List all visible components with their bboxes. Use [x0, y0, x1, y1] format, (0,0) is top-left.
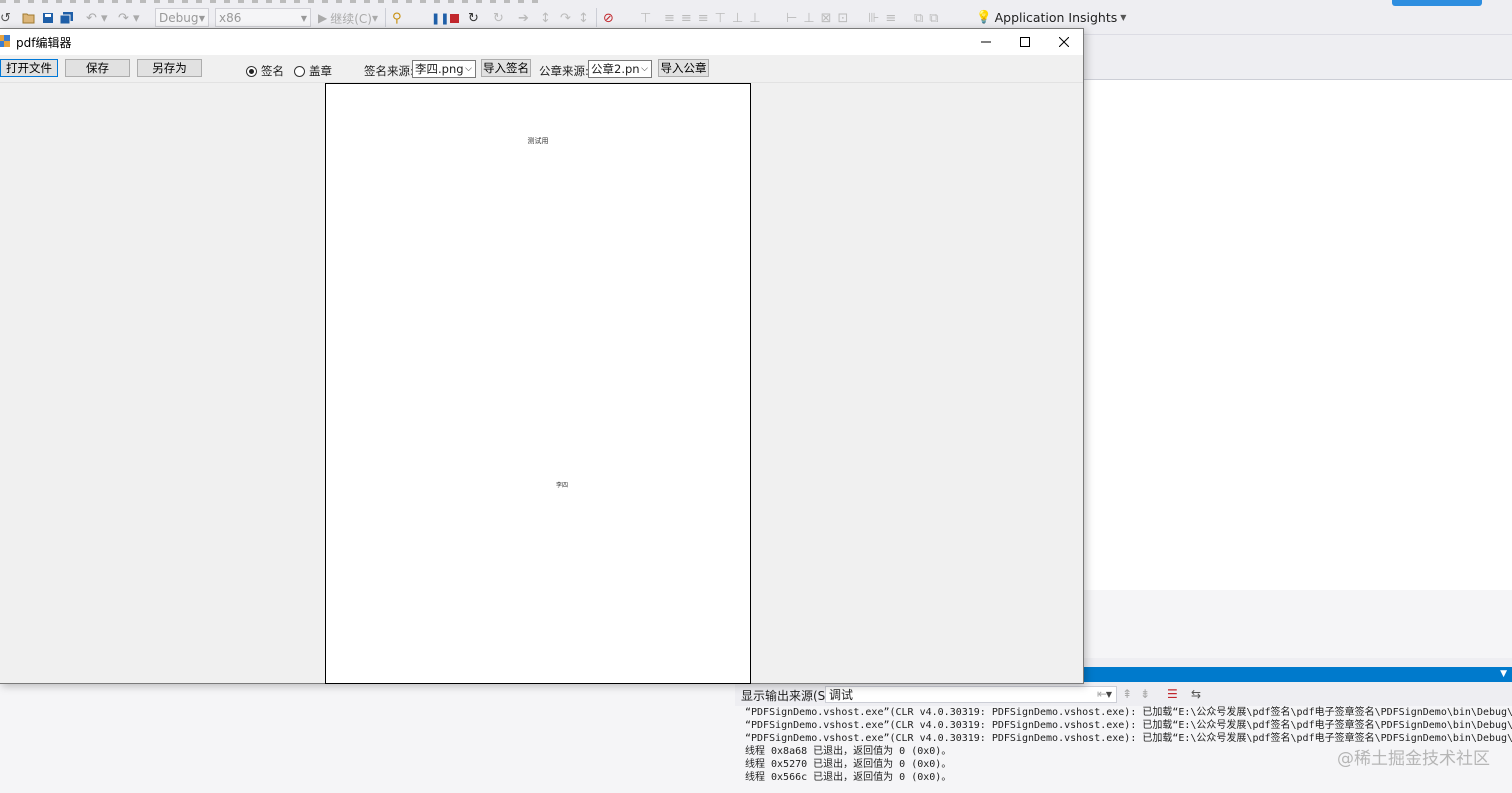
continue-label: 继续(C) [330, 11, 372, 26]
pdf-editor-window: pdf编辑器 打开文件 保存 另存为 签名 盖章 签名来源: 李四.png ⌵ … [0, 28, 1084, 684]
lightbulb-icon: 💡 [976, 9, 992, 24]
layout-size-icons[interactable]: ⊢⊥⊠⊡ [786, 8, 854, 28]
save-button[interactable]: 保存 [65, 59, 130, 77]
sign-mode-radio[interactable]: 签名 [246, 63, 284, 79]
toolbar-separator [385, 8, 386, 27]
maximize-icon [1019, 37, 1030, 47]
vs-editor-lower-pane [1084, 590, 1512, 658]
save-as-button[interactable]: 另存为 [137, 59, 202, 77]
import-seal-button[interactable]: 导入公章 [658, 59, 709, 77]
pause-icon[interactable]: ❚❚ [431, 8, 449, 28]
layout-align-icons[interactable]: ≡≡≡⊤⊥⊥ [664, 8, 767, 28]
open-file-button[interactable]: 打开文件 [0, 59, 58, 77]
vs-editor-pane[interactable] [1084, 79, 1512, 591]
window-title: pdf编辑器 [16, 36, 72, 50]
app-icon [0, 35, 10, 47]
pdf-heading-text: 测试用 [527, 137, 549, 145]
layout-spacing-icons[interactable]: ⊪≡ [868, 8, 902, 28]
step-over-icon[interactable]: ↕ [540, 8, 551, 28]
align-icon[interactable]: ⊤ [640, 8, 651, 28]
redo-icon[interactable]: ↷ ▾ [118, 8, 140, 28]
save-all-icon[interactable] [60, 8, 74, 28]
maximize-button[interactable] [1005, 29, 1044, 55]
find-icon[interactable]: ⚲ [392, 8, 402, 28]
seal-mode-radio[interactable]: 盖章 [294, 63, 332, 79]
save-icon[interactable] [42, 8, 54, 28]
close-button[interactable] [1044, 29, 1083, 55]
output-toolbar: 显示输出来源(S): 调试 ▼ ⇤ ⇞ ⇟ ☰ ⇆ [735, 684, 1512, 705]
chevron-down-icon: ▼ [1120, 12, 1127, 22]
step-out-icon[interactable]: ↷ [560, 8, 571, 28]
next-message-icon[interactable]: ⇟ [1140, 687, 1150, 701]
signature-source-label: 签名来源: [364, 64, 414, 78]
application-insights-button[interactable]: 💡 Application Insights ▼ [976, 9, 1126, 25]
vs-lower-left-pane [0, 684, 735, 793]
close-icon [1058, 37, 1069, 47]
radio-indicator-checked[interactable] [246, 65, 257, 77]
signature-source-value: 李四.png [415, 62, 464, 76]
open-folder-icon[interactable] [22, 8, 36, 28]
configuration-combo[interactable]: Debug ▼ [155, 8, 209, 27]
undo-icon[interactable]: ↶ ▾ [86, 8, 108, 28]
output-line: 线程 0x566c 已退出，返回值为 0 (0x0)。 [745, 772, 952, 783]
pdf-page-canvas[interactable]: 测试用 李四 [325, 83, 751, 684]
signature-source-combo[interactable]: 李四.png ⌵ [412, 60, 476, 78]
stop-icon[interactable] [450, 8, 459, 28]
window-titlebar[interactable]: pdf编辑器 [0, 29, 1083, 55]
output-source-select[interactable]: 调试 ▼ [825, 686, 1117, 703]
undo-fragment-icon[interactable]: ↺ [0, 8, 11, 28]
minimize-button[interactable] [966, 29, 1005, 55]
continue-button[interactable]: ▶ 继续(C) ▾ [318, 8, 378, 28]
output-source-label: 显示输出来源(S): [741, 689, 835, 703]
breakpoints-icon[interactable]: ⊘ [603, 8, 614, 28]
clear-all-icon[interactable]: ☰ [1167, 687, 1178, 701]
minimize-icon [980, 41, 991, 43]
find-message-icon[interactable]: ⇤ [1097, 687, 1107, 701]
application-insights-label: Application Insights [994, 9, 1118, 25]
show-next-statement-icon[interactable]: ↻ [493, 8, 504, 28]
sign-mode-label: 签名 [261, 64, 284, 78]
step-into-icon[interactable]: ➔ [518, 8, 529, 28]
platform-combo[interactable]: x86 ▼ [215, 8, 311, 27]
vs-account-badge[interactable] [1392, 0, 1482, 6]
step-back-icon[interactable]: ↕ [578, 8, 589, 28]
chevron-down-icon: ⌵ [463, 61, 472, 77]
seal-mode-label: 盖章 [309, 64, 332, 78]
output-source-value: 调试 [829, 688, 854, 702]
output-line: “PDFSignDemo.vshost.exe”(CLR v4.0.30319:… [745, 720, 1512, 731]
word-wrap-icon[interactable]: ⇆ [1191, 687, 1201, 701]
chevron-down-icon: ▼ [198, 14, 205, 23]
vs-menu-bar-fragment [0, 0, 540, 3]
previous-message-icon[interactable]: ⇞ [1122, 687, 1132, 701]
chevron-down-icon: ▼ [300, 14, 307, 23]
pdf-signature-text: 李四 [556, 482, 569, 489]
seal-source-combo[interactable]: 公章2.png ⌵ [588, 60, 652, 78]
chevron-down-icon[interactable]: ▼ [1500, 667, 1507, 682]
radio-indicator[interactable] [294, 65, 305, 77]
output-line: “PDFSignDemo.vshost.exe”(CLR v4.0.30319:… [745, 707, 1512, 718]
editor-toolbar: 打开文件 保存 另存为 签名 盖章 签名来源: 李四.png ⌵ 导入签名 公章… [0, 55, 1083, 83]
import-signature-button[interactable]: 导入签名 [481, 59, 531, 77]
layout-order-icons[interactable]: ⧉⧉ [914, 8, 945, 28]
seal-source-label: 公章来源: [539, 64, 589, 78]
toolbar-separator [596, 8, 597, 27]
chevron-down-icon: ⌵ [639, 61, 648, 77]
watermark: @稀土掘金技术社区 [1337, 749, 1490, 769]
restart-icon[interactable]: ↻ [468, 8, 479, 28]
platform-combo-value: x86 [219, 11, 242, 25]
configuration-combo-value: Debug [159, 11, 199, 25]
